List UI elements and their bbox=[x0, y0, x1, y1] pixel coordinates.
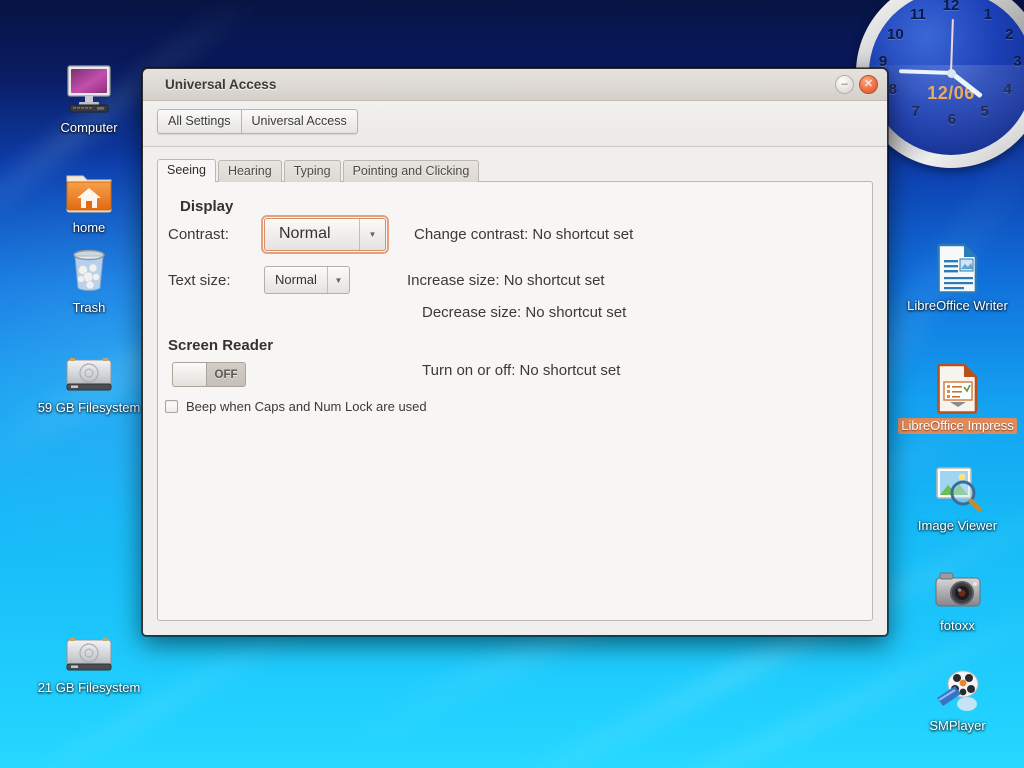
window-toolbar: All Settings Universal Access bbox=[143, 101, 887, 147]
desktop-icon-label: LibreOffice Writer bbox=[904, 298, 1011, 314]
tab-hearing[interactable]: Hearing bbox=[218, 160, 282, 182]
chevron-down-icon: ▼ bbox=[327, 267, 349, 293]
breadcrumb: All Settings Universal Access bbox=[157, 109, 358, 134]
desktop-icon-label: home bbox=[70, 220, 109, 236]
clock-number: 4 bbox=[1003, 81, 1011, 98]
hard-drive-icon bbox=[33, 340, 145, 396]
current-panel-button[interactable]: Universal Access bbox=[241, 109, 358, 134]
computer-monitor-icon bbox=[33, 60, 145, 116]
window-body: Seeing Hearing Typing Pointing and Click… bbox=[143, 147, 887, 635]
screen-reader-shortcut-text: Turn on or off: No shortcut set bbox=[422, 362, 620, 379]
home-folder-icon bbox=[33, 160, 145, 216]
clock-number: 10 bbox=[887, 26, 904, 43]
beep-checkbox-row[interactable]: Beep when Caps and Num Lock are used bbox=[165, 399, 427, 414]
tab-typing[interactable]: Typing bbox=[284, 160, 341, 182]
desktop-icon-filesystem-59gb[interactable]: 59 GB Filesystem bbox=[33, 340, 145, 417]
switch-knob bbox=[173, 363, 207, 386]
clock-second-hand bbox=[950, 19, 954, 73]
screen-reader-heading: Screen Reader bbox=[168, 337, 273, 354]
switch-state-label: OFF bbox=[207, 363, 245, 386]
clock-number: 12 bbox=[943, 0, 960, 14]
screen-reader-switch[interactable]: OFF bbox=[172, 362, 246, 387]
tab-pointing-and-clicking[interactable]: Pointing and Clicking bbox=[343, 160, 480, 182]
desktop-icon-label: LibreOffice Impress bbox=[898, 418, 1016, 434]
desktop-icon-home[interactable]: home bbox=[33, 160, 145, 237]
libreoffice-impress-icon bbox=[891, 358, 1024, 414]
clock-date-text: 12/06 bbox=[869, 83, 1024, 104]
clock-face: 12 1 2 3 4 5 6 7 8 9 10 11 12/06 bbox=[869, 0, 1024, 155]
clock-number: 8 bbox=[889, 81, 897, 98]
chevron-down-icon: ▼ bbox=[359, 219, 385, 250]
desktop-icon-label: fotoxx bbox=[937, 618, 978, 634]
clock-number: 3 bbox=[1013, 53, 1021, 70]
clock-number: 6 bbox=[948, 111, 956, 128]
beep-checkbox[interactable] bbox=[165, 400, 178, 413]
all-settings-button[interactable]: All Settings bbox=[157, 109, 241, 134]
clock-hour-hand bbox=[949, 71, 982, 98]
desktop-icon-label: Trash bbox=[70, 300, 109, 316]
clock-number: 7 bbox=[912, 103, 920, 120]
contrast-value: Normal bbox=[265, 219, 359, 250]
desktop-icon-libreoffice-impress[interactable]: LibreOffice Impress bbox=[891, 358, 1024, 435]
decrease-size-row: Decrease size: No shortcut set bbox=[422, 304, 626, 322]
text-size-row: Text size: Normal ▼ Increase size: No sh… bbox=[168, 266, 882, 294]
clock-minute-hand bbox=[899, 69, 951, 75]
decrease-size-shortcut-text: Decrease size: No shortcut set bbox=[422, 304, 626, 321]
desktop-icon-filesystem-21gb[interactable]: 21 GB Filesystem bbox=[33, 620, 145, 697]
display-section-heading: Display bbox=[180, 198, 860, 215]
beep-checkbox-label: Beep when Caps and Num Lock are used bbox=[186, 399, 427, 414]
close-button[interactable]: ✕ bbox=[859, 75, 878, 94]
desktop-icon-label: 21 GB Filesystem bbox=[35, 680, 144, 696]
seeing-panel: Display Contrast: Normal ▼ Change contra… bbox=[157, 181, 873, 621]
screen-reader-shortcut-row: Turn on or off: No shortcut set bbox=[422, 362, 620, 380]
clock-number: 5 bbox=[981, 103, 989, 120]
image-viewer-icon bbox=[891, 458, 1024, 514]
desktop-icon-label: SMPlayer bbox=[926, 718, 988, 734]
desktop-icon-computer[interactable]: Computer bbox=[33, 60, 145, 137]
tab-seeing[interactable]: Seeing bbox=[157, 159, 216, 182]
desktop-icon-image-viewer[interactable]: Image Viewer bbox=[891, 458, 1024, 535]
clock-number: 2 bbox=[1005, 26, 1013, 43]
clock-number: 11 bbox=[910, 6, 926, 23]
contrast-dropdown[interactable]: Normal ▼ bbox=[264, 218, 386, 251]
hard-drive-icon bbox=[33, 620, 145, 676]
window-title: Universal Access bbox=[165, 77, 276, 92]
desktop-icon-fotoxx[interactable]: fotoxx bbox=[891, 558, 1024, 635]
camera-icon bbox=[891, 558, 1024, 614]
increase-size-shortcut-text: Increase size: No shortcut set bbox=[407, 272, 605, 289]
desktop-icon-smplayer[interactable]: SMPlayer bbox=[891, 658, 1024, 735]
trash-can-icon bbox=[33, 240, 145, 296]
desktop-icon-label: Computer bbox=[57, 120, 120, 136]
smplayer-icon bbox=[891, 658, 1024, 714]
tab-strip: Seeing Hearing Typing Pointing and Click… bbox=[157, 159, 873, 182]
desktop-icon-trash[interactable]: Trash bbox=[33, 240, 145, 317]
contrast-shortcut-text: Change contrast: No shortcut set bbox=[414, 226, 633, 243]
desktop-icon-label: Image Viewer bbox=[915, 518, 1000, 534]
screen-reader-toggle[interactable]: OFF bbox=[172, 362, 246, 391]
libreoffice-writer-icon bbox=[891, 238, 1024, 294]
desktop-icon-label: 59 GB Filesystem bbox=[35, 400, 144, 416]
window-controls: – ✕ bbox=[835, 75, 878, 94]
minimize-button[interactable]: – bbox=[835, 75, 854, 94]
text-size-dropdown[interactable]: Normal ▼ bbox=[264, 266, 350, 294]
universal-access-window[interactable]: Universal Access – ✕ All Settings Univer… bbox=[142, 68, 888, 636]
contrast-label: Contrast: bbox=[168, 226, 264, 243]
text-size-label: Text size: bbox=[168, 272, 264, 289]
clock-center-pin bbox=[947, 69, 956, 78]
window-titlebar[interactable]: Universal Access – ✕ bbox=[143, 69, 887, 101]
clock-number: 1 bbox=[984, 6, 992, 23]
contrast-row: Contrast: Normal ▼ Change contrast: No s… bbox=[168, 218, 882, 251]
desktop-icon-libreoffice-writer[interactable]: LibreOffice Writer bbox=[891, 238, 1024, 315]
text-size-value: Normal bbox=[265, 267, 327, 293]
